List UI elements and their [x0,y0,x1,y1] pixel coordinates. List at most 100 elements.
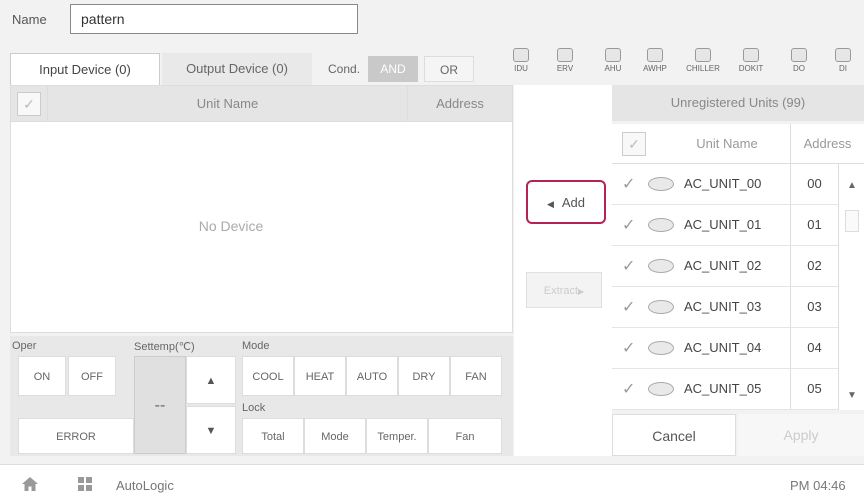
device-type-awhp[interactable]: AWHP [640,48,670,73]
device-type-label: DOKIT [738,64,764,73]
grid-icon[interactable] [78,477,92,491]
triangle-up-icon: ▲ [205,375,217,387]
home-icon[interactable] [22,477,38,491]
device-type-ahu[interactable]: AHU [598,48,628,73]
indoor-unit-icon [648,382,674,396]
check-icon[interactable]: ✓ [622,174,635,194]
oper-off-button[interactable]: OFF [68,356,116,396]
unit-address: 03 [790,287,838,327]
add-button[interactable]: ◀ Add [526,180,606,224]
cond-label: Cond. [328,62,361,76]
mode-label: Mode [242,340,270,352]
device-type-dokit[interactable]: DOKIT [736,48,766,73]
triangle-left-icon: ◀ [546,199,554,209]
tab-input-device[interactable]: Input Device (0) [10,53,160,85]
column-header-address: Address [790,124,864,164]
unit-row[interactable]: ✓ AC_UNIT_03 03 [612,287,838,328]
extract-button-label: Extract [543,285,579,297]
unit-row[interactable]: ✓ AC_UNIT_02 02 [612,246,838,287]
oper-on-button[interactable]: ON [18,356,66,396]
column-header-unit-name: Unit Name [696,136,758,151]
unit-name: AC_UNIT_02 [684,258,762,273]
select-all-checkbox[interactable]: ✓ [622,132,646,156]
scroll-thumb[interactable] [845,210,859,232]
do-icon [791,48,807,62]
unit-address: 05 [790,369,838,409]
settemp-display: -- [134,356,186,454]
settemp-label: Settemp(℃) [134,341,195,353]
input-device-panel: ✓ Unit Name Address No Device [10,85,513,333]
lock-fan-button[interactable]: Fan [428,418,502,454]
scroll-down-icon[interactable]: ▼ [843,390,861,401]
empty-state-text: No Device [198,218,264,234]
device-type-label: IDU [514,64,528,73]
unit-row[interactable]: ✓ AC_UNIT_00 00 [612,164,838,205]
mode-heat-button[interactable]: HEAT [294,356,346,396]
clock: PM 04:46 [790,478,846,493]
unit-name: AC_UNIT_03 [684,299,762,314]
unit-row[interactable]: ✓ AC_UNIT_05 05 [612,369,838,410]
indoor-unit-icon [648,177,674,191]
app-name: AutoLogic [116,478,174,493]
lock-total-button[interactable]: Total [242,418,304,454]
cond-and-button[interactable]: AND [368,56,418,82]
erv-icon [557,48,573,62]
unit-name: AC_UNIT_04 [684,340,762,355]
unit-row[interactable]: ✓ AC_UNIT_01 01 [612,205,838,246]
dokit-icon [743,48,759,62]
idu-icon [513,48,529,62]
device-type-erv[interactable]: ERV [550,48,580,73]
indoor-unit-icon [648,300,674,314]
unit-name: AC_UNIT_01 [684,217,762,232]
bottom-bar: AutoLogic PM 04:46 [0,464,864,504]
settemp-up-button[interactable]: ▲ [186,356,236,404]
scroll-up-icon[interactable]: ▲ [843,180,861,191]
device-type-idu[interactable]: IDU [506,48,536,73]
mode-cool-button[interactable]: COOL [242,356,294,396]
indoor-unit-icon [648,218,674,232]
mode-auto-button[interactable]: AUTO [346,356,398,396]
add-button-label: Add [561,195,586,210]
check-icon[interactable]: ✓ [622,256,635,276]
device-type-label: CHILLER [686,64,720,73]
check-icon[interactable]: ✓ [622,297,635,317]
error-button[interactable]: ERROR [18,418,134,454]
unit-row[interactable]: ✓ AC_UNIT_04 04 [612,328,838,369]
indoor-unit-icon [648,259,674,273]
triangle-down-icon: ▼ [205,425,217,437]
mode-dry-button[interactable]: DRY [398,356,450,396]
awhp-icon [647,48,663,62]
select-all-checkbox[interactable]: ✓ [17,92,41,116]
settemp-down-button[interactable]: ▼ [186,406,236,454]
di-icon [835,48,851,62]
check-icon[interactable]: ✓ [622,379,635,399]
cond-or-button[interactable]: OR [424,56,474,82]
check-icon[interactable]: ✓ [622,338,635,358]
apply-button[interactable]: Apply [738,414,864,456]
ahu-icon [605,48,621,62]
lock-label: Lock [242,402,266,414]
device-type-label: AHU [604,64,622,73]
transfer-column [514,85,612,456]
device-type-di[interactable]: DI [828,48,858,73]
mode-fan-button[interactable]: FAN [450,356,502,396]
column-header-address: Address [407,86,512,122]
lock-mode-button[interactable]: Mode [304,418,366,454]
check-icon[interactable]: ✓ [622,215,635,235]
device-type-do[interactable]: DO [784,48,814,73]
unit-list-scrollbar[interactable]: ▲ ▼ [838,164,864,410]
triangle-right-icon: ▶ [578,287,585,296]
name-input[interactable] [70,4,358,34]
indoor-unit-icon [648,341,674,355]
input-device-table-header: ✓ Unit Name Address [11,86,512,122]
extract-button[interactable]: Extract▶ [526,272,602,308]
device-type-label: DI [839,64,847,73]
unit-list: ✓ AC_UNIT_00 00 ✓ AC_UNIT_01 01 ✓ AC_UNI… [612,164,838,410]
lock-temper-button[interactable]: Temper. [366,418,428,454]
cancel-button[interactable]: Cancel [612,414,736,456]
device-type-label: DO [793,64,805,73]
tab-output-device[interactable]: Output Device (0) [162,53,312,85]
oper-label: Oper [12,340,37,352]
device-type-chiller[interactable]: CHILLER [686,48,720,73]
control-strip: Oper ON OFF ERROR Settemp(℃) -- ▲ ▼ Mode… [10,336,513,456]
